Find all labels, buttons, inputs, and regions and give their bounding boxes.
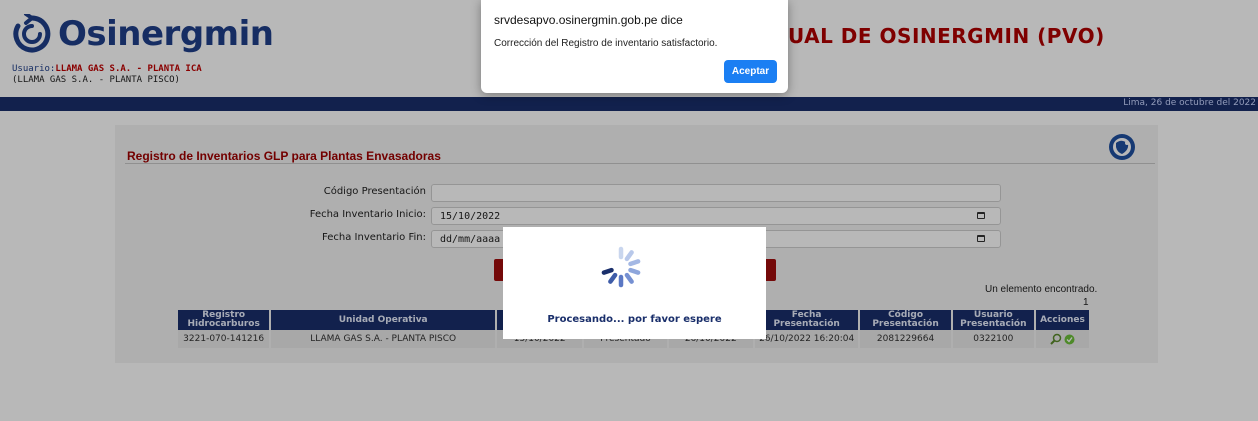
- alert-dialog: srvdesapvo.osinergmin.gob.pe dice Correc…: [481, 0, 788, 93]
- alert-message: Corrección del Registro de inventario sa…: [494, 38, 718, 49]
- spinner-icon: [601, 246, 641, 288]
- alert-title: srvdesapvo.osinergmin.gob.pe dice: [494, 13, 683, 27]
- accept-button[interactable]: Aceptar: [724, 60, 777, 83]
- loading-box: Procesando... por favor espere: [503, 227, 766, 339]
- loading-text: Procesando... por favor espere: [547, 314, 722, 325]
